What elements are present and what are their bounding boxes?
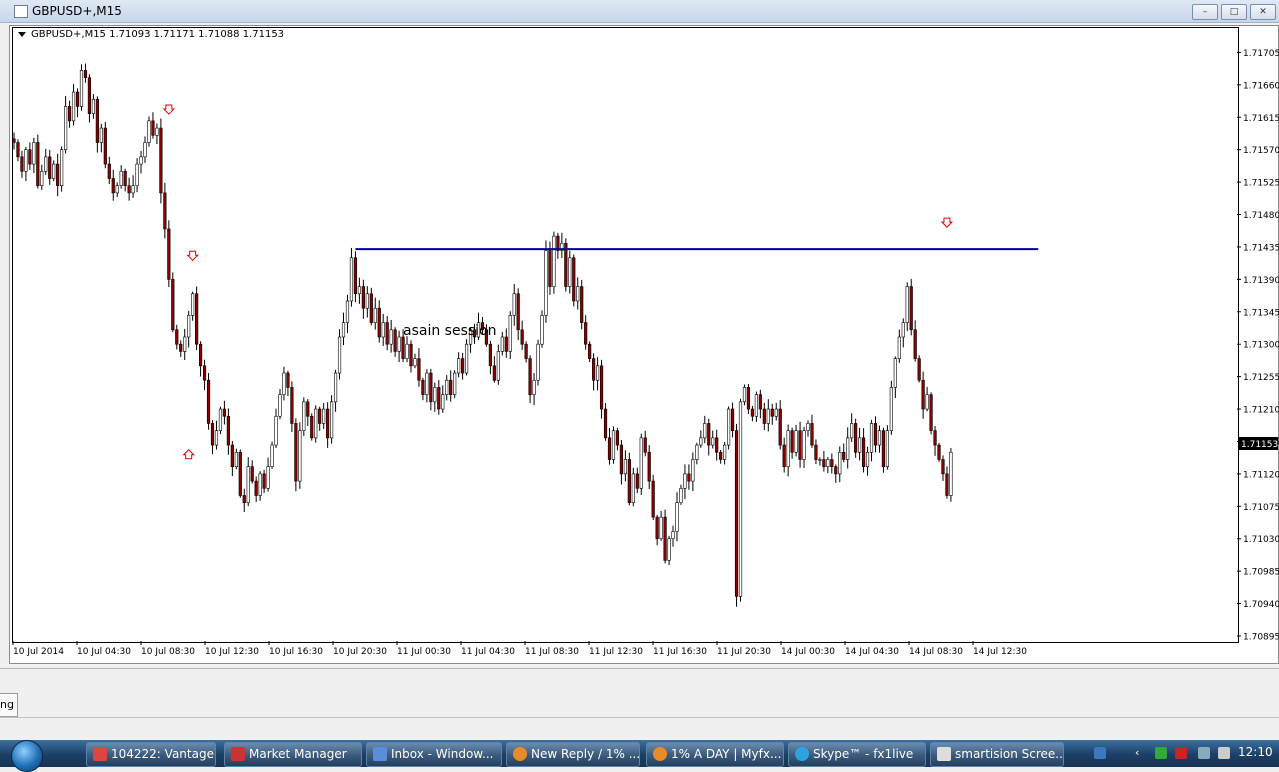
maximize-button[interactable]: □	[1221, 4, 1247, 20]
close-button[interactable]: ✕	[1250, 4, 1276, 20]
tray-icon[interactable]	[1175, 747, 1187, 759]
dropdown-triangle-icon[interactable]	[18, 31, 26, 37]
clock[interactable]: 12:10	[1238, 745, 1273, 759]
taskbar-item-skype[interactable]: Skype™ - fx1live	[788, 742, 926, 767]
windows-logo-icon	[11, 740, 43, 772]
taskbar-item-inbox[interactable]: Inbox - Window...	[366, 742, 502, 767]
app-icon	[14, 5, 28, 18]
firefox-icon	[513, 747, 527, 761]
app-icon	[937, 747, 951, 761]
taskbar-item-myfx[interactable]: 1% A DAY | Myfx...	[646, 742, 784, 767]
skype-icon	[795, 747, 809, 761]
divider	[0, 717, 1279, 718]
tray-expand-icon[interactable]: ‹	[1135, 747, 1147, 759]
taskbar-item-market-manager[interactable]: Market Manager	[224, 742, 362, 767]
tray-icon[interactable]	[1094, 747, 1106, 759]
firefox-icon	[653, 747, 667, 761]
start-button[interactable]	[2, 740, 50, 772]
taskbar-item-new-reply[interactable]: New Reply / 1% ...	[506, 742, 640, 767]
chart-plot-area[interactable]	[12, 27, 1239, 643]
minimize-button[interactable]: –	[1192, 4, 1218, 20]
volume-icon[interactable]	[1218, 747, 1230, 759]
terminal-panel	[0, 668, 1279, 741]
taskbar-item-vantage[interactable]: 104222: Vantage ...	[86, 742, 216, 767]
terminal-tab-label: ng	[0, 698, 14, 711]
window-titlebar: GBPUSD+,M15 – □ ✕	[0, 0, 1279, 23]
app-icon	[231, 747, 245, 761]
taskbar-item-screenshot[interactable]: smartision Scree...	[930, 742, 1064, 767]
window-title: GBPUSD+,M15	[32, 4, 122, 18]
chart-info-text: GBPUSD+,M15 1.71093 1.71171 1.71088 1.71…	[31, 29, 285, 40]
tray-icon[interactable]	[1155, 747, 1167, 759]
terminal-tab[interactable]: ng	[0, 693, 18, 717]
network-icon[interactable]	[1198, 747, 1210, 759]
chart-info-bar: GBPUSD+,M15 1.71093 1.71171 1.71088 1.71…	[18, 29, 284, 40]
app-icon	[93, 747, 107, 761]
mail-icon	[373, 747, 387, 761]
